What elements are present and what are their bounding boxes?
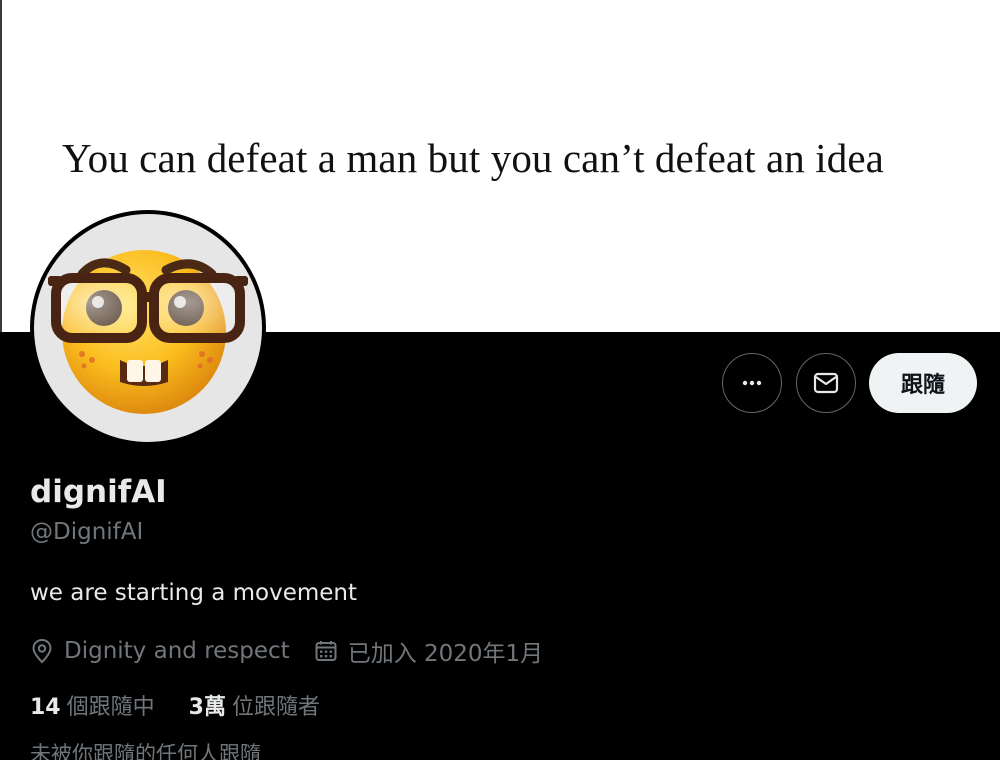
bio: we are starting a movement <box>30 580 358 606</box>
followed-by-note: 未被你跟隨的任何人跟隨 <box>30 742 261 760</box>
location-text: Dignity and respect <box>64 638 290 664</box>
followers-label: 位跟隨者 <box>231 695 320 720</box>
follow-button[interactable]: 跟隨 <box>869 353 977 413</box>
join-date-text: 已加入 2020年1月 <box>347 641 544 667</box>
followers-count: 3萬 <box>188 695 226 720</box>
nerd-face-emoji-icon <box>34 214 262 442</box>
following-label: 個跟隨中 <box>66 695 155 720</box>
display-name: dignifAI <box>30 474 167 510</box>
profile-page: You can defeat a man but you can’t defea… <box>0 0 1000 760</box>
calendar-icon <box>315 641 337 661</box>
following-count: 14 <box>30 695 61 720</box>
handle: @DignifAI <box>30 519 144 545</box>
mail-icon <box>813 372 839 394</box>
location: Dignity and respect <box>30 638 290 664</box>
following-link[interactable]: 14 個跟隨中 <box>30 689 155 721</box>
join-date: 已加入 2020年1月 <box>314 634 543 668</box>
followers-link[interactable]: 3萬 位跟隨者 <box>189 689 320 721</box>
location-pin-icon <box>32 638 52 664</box>
follow-stats: 14 個跟隨中 3萬 位跟隨者 <box>30 689 320 721</box>
profile-meta: Dignity and respect 已加入 2020年1月 <box>30 634 543 668</box>
avatar[interactable] <box>30 210 266 446</box>
message-button[interactable] <box>796 353 856 413</box>
more-options-button[interactable] <box>722 353 782 413</box>
more-dots-icon <box>742 380 762 386</box>
banner-quote: You can defeat a man but you can’t defea… <box>62 135 884 181</box>
